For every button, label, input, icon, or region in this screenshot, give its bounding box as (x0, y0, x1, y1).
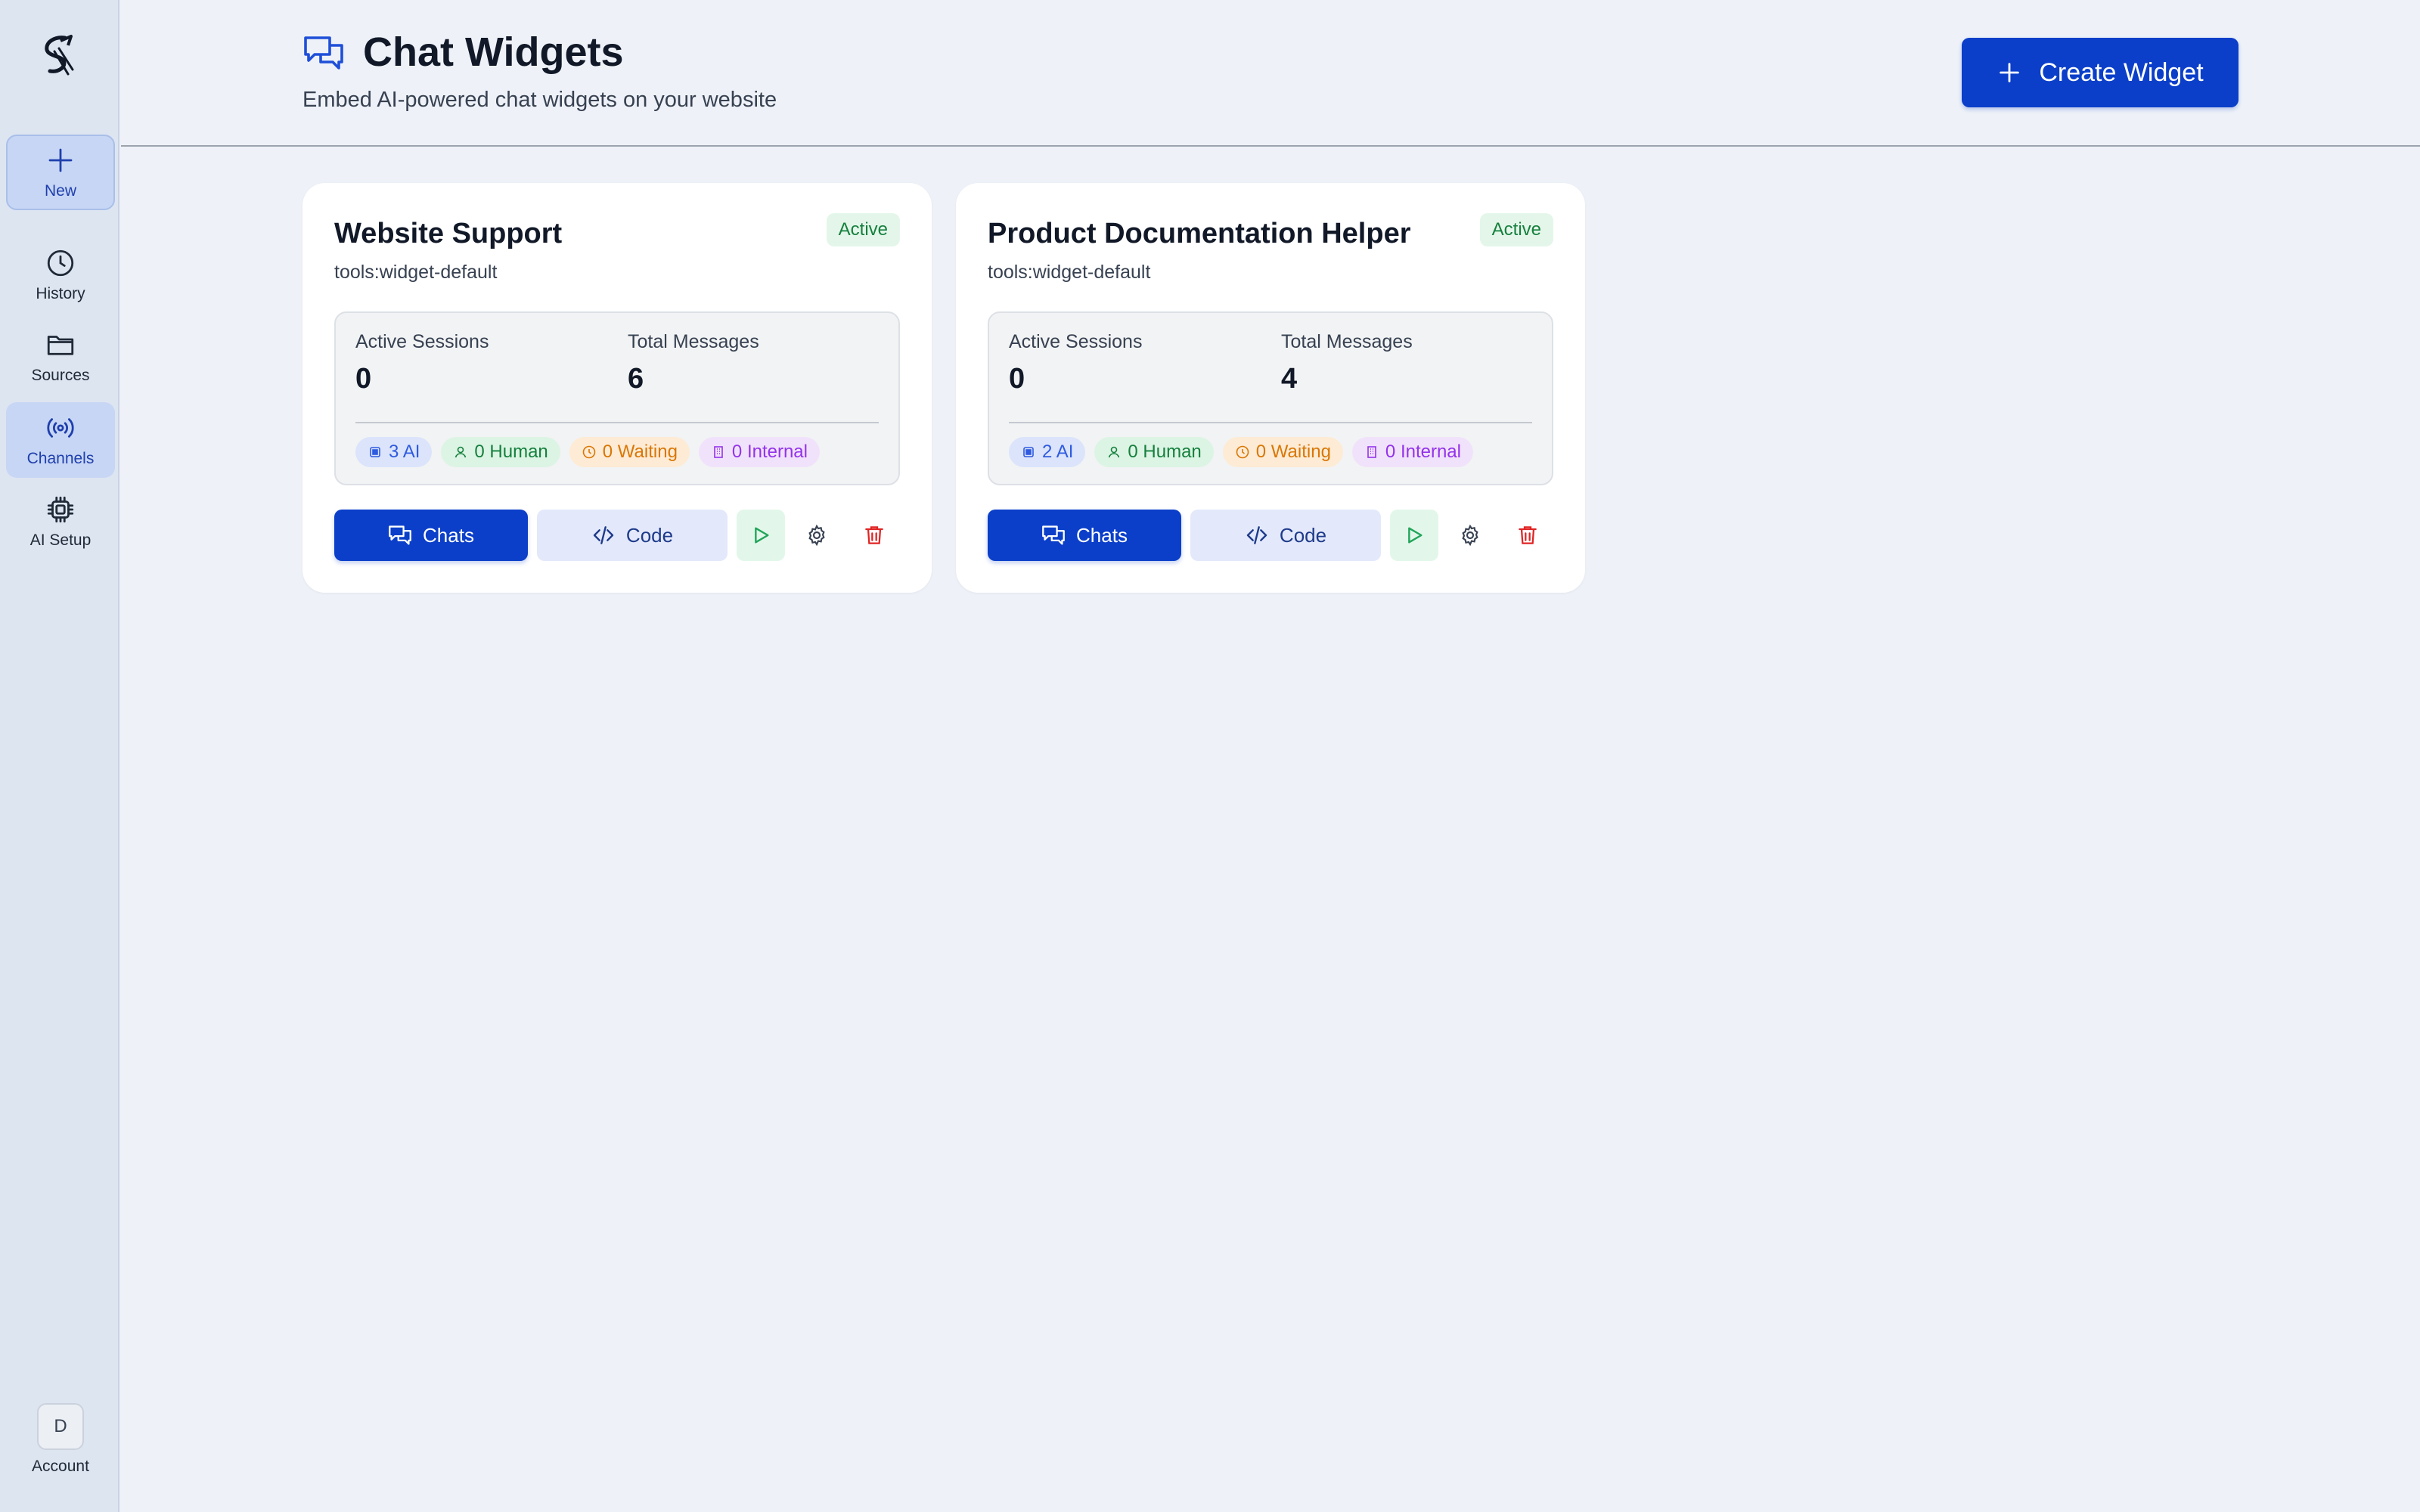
active-sessions-value: 0 (1009, 363, 1025, 395)
code-button[interactable]: Code (537, 510, 728, 561)
total-messages-value: 6 (628, 363, 644, 395)
sidebar-item-history[interactable]: History (6, 237, 115, 313)
account-label: Account (32, 1458, 89, 1475)
sidebar-item-sources[interactable]: Sources (6, 319, 115, 395)
app-logo[interactable] (38, 33, 82, 80)
settings-button[interactable] (1446, 510, 1494, 561)
trash-icon (865, 526, 883, 544)
ai-count-chip: 2 AI (1009, 437, 1086, 467)
page-subtitle: Embed AI-powered chat widgets on your we… (302, 88, 777, 112)
sidebar: New History Sources Channels AI Setup D … (0, 0, 119, 1512)
human-count-chip: 0 Human (441, 437, 560, 467)
broadcast-icon (47, 418, 74, 438)
plus-icon (2000, 63, 2020, 82)
internal-count: 0 Internal (731, 442, 808, 462)
code-icon (1246, 526, 1267, 544)
account-button[interactable]: D Account (6, 1403, 115, 1483)
human-count: 0 Human (1128, 442, 1202, 462)
waiting-count: 0 Waiting (602, 442, 678, 462)
avatar[interactable]: D (37, 1403, 84, 1450)
folder-icon (47, 336, 74, 355)
ai-count: 3 AI (389, 442, 420, 462)
widget-stats: Active Sessions 0 Total Messages 4 2 AI … (988, 311, 1553, 485)
chat-bubbles-icon (389, 525, 411, 545)
status-badge: Active (826, 213, 900, 246)
plus-icon (48, 148, 73, 172)
clock-icon (1236, 445, 1249, 459)
chip-icon (1023, 447, 1034, 457)
gear-icon (1462, 524, 1478, 547)
human-count: 0 Human (474, 442, 548, 462)
waiting-count-chip: 0 Waiting (569, 437, 690, 467)
status-badge: Active (1479, 213, 1553, 246)
human-count-chip: 0 Human (1094, 437, 1214, 467)
ai-count: 2 AI (1042, 442, 1074, 462)
active-sessions-label: Active Sessions (355, 331, 489, 352)
user-icon (455, 446, 467, 458)
chip-icon (370, 447, 380, 457)
clock-icon (47, 249, 74, 277)
widget-card: Product Documentation Helper tools:widge… (956, 183, 1585, 593)
code-label: Code (1279, 523, 1327, 547)
settings-button[interactable] (793, 510, 841, 561)
sidebar-item-ai-setup[interactable]: AI Setup (6, 484, 115, 559)
widget-name: Website Support (334, 218, 563, 249)
chats-button[interactable]: Chats (988, 510, 1181, 561)
ai-count-chip: 3 AI (355, 437, 433, 467)
delete-button[interactable] (850, 510, 898, 561)
session-chips: 2 AI 0 Human 0 Waiting 0 Internal (1009, 437, 1473, 467)
code-label: Code (625, 523, 674, 547)
page-header: Chat Widgets Embed AI-powered chat widge… (121, 0, 2420, 147)
gear-icon (808, 524, 825, 547)
chip-icon (47, 496, 74, 523)
chat-bubbles-icon (1042, 525, 1065, 545)
total-messages-label: Total Messages (628, 331, 759, 352)
waiting-count: 0 Waiting (1255, 442, 1331, 462)
sidebar-item-new[interactable]: New (6, 135, 115, 210)
active-sessions-label: Active Sessions (1009, 331, 1143, 352)
create-widget-button[interactable]: Create Widget (1962, 38, 2238, 107)
active-sessions-value: 0 (355, 363, 372, 395)
sidebar-item-label: Channels (26, 450, 95, 467)
widget-card: Website Support tools:widget-default Act… (302, 183, 932, 593)
preview-button[interactable] (1390, 510, 1438, 561)
sidebar-item-label: AI Setup (29, 531, 92, 549)
chats-label: Chats (1076, 523, 1128, 547)
code-icon (593, 526, 614, 544)
internal-count: 0 Internal (1385, 442, 1461, 462)
waiting-count-chip: 0 Waiting (1222, 437, 1343, 467)
user-icon (1109, 446, 1120, 458)
widget-stats: Active Sessions 0 Total Messages 6 3 AI … (334, 311, 900, 485)
building-icon (1367, 446, 1376, 458)
internal-count-chip: 0 Internal (1351, 437, 1473, 467)
total-messages-value: 4 (1281, 363, 1298, 395)
sidebar-item-label: Sources (31, 367, 90, 384)
internal-count-chip: 0 Internal (698, 437, 820, 467)
sidebar-item-channels[interactable]: Channels (6, 402, 115, 478)
widget-tool: tools:widget-default (988, 262, 1151, 283)
widget-name: Product Documentation Helper (988, 218, 1411, 249)
play-icon (1408, 527, 1423, 544)
total-messages-label: Total Messages (1281, 331, 1413, 352)
create-widget-label: Create Widget (2039, 57, 2204, 87)
chats-button[interactable]: Chats (334, 510, 528, 561)
sidebar-item-label: New (44, 182, 76, 200)
preview-button[interactable] (737, 510, 785, 561)
trash-icon (1519, 526, 1537, 544)
chats-label: Chats (423, 523, 474, 547)
stats-divider (355, 422, 879, 423)
code-button[interactable]: Code (1190, 510, 1381, 561)
sidebar-item-label: History (36, 285, 85, 302)
building-icon (714, 446, 723, 458)
stats-divider (1009, 422, 1532, 423)
clock-icon (582, 445, 596, 459)
chat-bubbles-icon (304, 36, 343, 70)
session-chips: 3 AI 0 Human 0 Waiting 0 Internal (355, 437, 820, 467)
page-title: Chat Widgets (363, 29, 624, 75)
play-icon (755, 527, 769, 544)
logo-icon (45, 35, 74, 76)
widget-tool: tools:widget-default (334, 262, 498, 283)
delete-button[interactable] (1503, 510, 1552, 561)
